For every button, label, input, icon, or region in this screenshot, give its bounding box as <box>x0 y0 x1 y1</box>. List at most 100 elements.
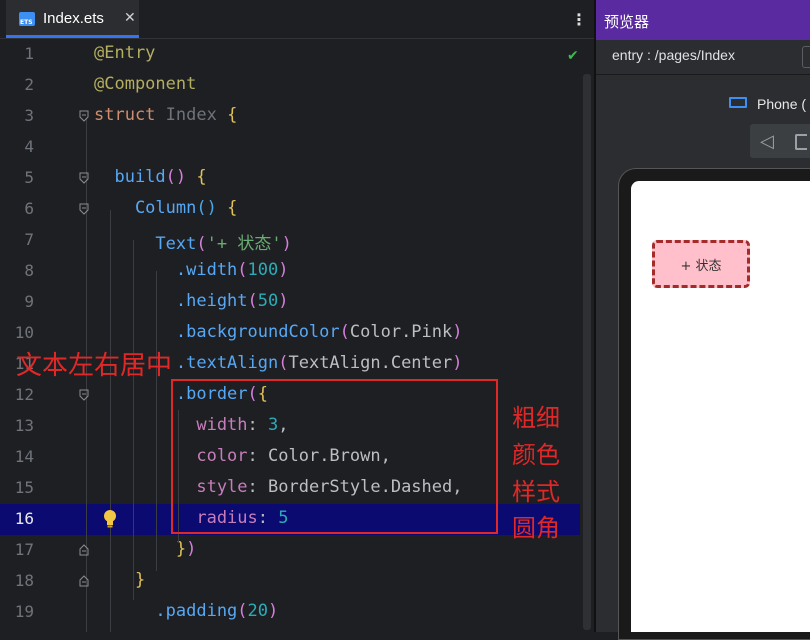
line-number: 15 <box>14 478 34 497</box>
code-text: Text('+ 状态') <box>94 229 292 254</box>
code-token: ) <box>452 353 463 373</box>
code-token: ) <box>186 539 197 559</box>
code-text: struct Index { <box>94 105 237 125</box>
editor-tab-bar: ETS Index.ets ✕ ⋮ <box>0 0 594 39</box>
code-line[interactable]: 1 @Entry <box>0 39 580 70</box>
code-token: ) <box>281 234 292 254</box>
code-token: { <box>196 167 207 187</box>
fold-marker-icon[interactable] <box>79 110 89 122</box>
code-text: .backgroundColor(Color.Pink) <box>94 322 463 342</box>
line-number: 10 <box>14 323 34 342</box>
lightbulb-icon[interactable] <box>103 510 117 528</box>
code-token: ( <box>278 353 289 373</box>
code-token: ( <box>247 291 258 311</box>
vertical-scrollbar[interactable] <box>583 74 591 630</box>
code-token: ( <box>196 234 207 254</box>
previewer-controls: ◁ <box>750 124 810 158</box>
code-token: () <box>165 167 197 187</box>
line-number: 19 <box>14 602 34 621</box>
line-number: 6 <box>24 199 34 218</box>
code-text: @Entry <box>94 43 155 63</box>
phone-icon <box>729 97 747 108</box>
code-token: 50 <box>257 291 279 311</box>
code-token: { <box>227 198 238 218</box>
line-number: 5 <box>24 168 34 187</box>
code-text: build() { <box>94 167 207 187</box>
code-token: } <box>94 570 146 590</box>
rendered-text-component[interactable]: + 状态 <box>652 240 750 288</box>
device-name: Phone ( <box>757 96 807 112</box>
code-line[interactable]: 2 @Component <box>0 70 580 101</box>
fold-marker-icon[interactable] <box>79 172 89 184</box>
code-line[interactable]: 7 Text('+ 状态') <box>0 225 580 256</box>
previewer-title: 预览器 <box>604 13 650 31</box>
route-dropdown[interactable] <box>802 46 810 68</box>
code-token: 100 <box>247 260 279 280</box>
fold-marker-icon[interactable] <box>79 575 89 587</box>
line-number: 18 <box>14 571 34 590</box>
code-token: '+ 状态' <box>206 234 282 254</box>
code-line[interactable]: 4 <box>0 132 580 163</box>
code-token: build <box>94 167 166 187</box>
rotate-icon[interactable] <box>795 134 807 150</box>
annotation-highlight-box <box>171 379 498 534</box>
code-token: struct <box>94 105 166 125</box>
code-token: @Entry <box>94 43 156 63</box>
fold-marker-icon[interactable] <box>79 203 89 215</box>
line-number: 4 <box>24 137 34 156</box>
previewer-route-bar[interactable]: entry : /pages/Index <box>596 40 810 75</box>
line-number: 12 <box>14 385 34 404</box>
code-text: .height(50) <box>94 291 289 311</box>
line-number: 8 <box>24 261 34 280</box>
more-options-icon[interactable]: ⋮ <box>571 10 587 30</box>
code-text: @Component <box>94 74 196 94</box>
line-number: 17 <box>14 540 34 559</box>
indent-guide <box>133 240 134 600</box>
code-editor[interactable]: 1 @Entry 2 @Component 3 struct Index {4 5 buil… <box>0 39 594 632</box>
code-token: ( <box>237 601 248 621</box>
code-token: ) <box>278 260 289 280</box>
code-token: @Component <box>94 74 197 94</box>
code-token: 20 <box>247 601 269 621</box>
code-token: { <box>227 105 238 125</box>
line-number: 1 <box>24 44 34 63</box>
ets-file-icon: ETS <box>19 12 35 26</box>
line-number: 9 <box>24 292 34 311</box>
line-number: 16 <box>14 509 34 528</box>
code-text: .padding(20) <box>94 601 278 621</box>
code-token: Index <box>165 105 228 125</box>
check-icon: ✔ <box>567 48 579 64</box>
code-line[interactable]: 9 .height(50) <box>0 287 580 318</box>
tab-label: Index.ets <box>43 10 104 27</box>
code-token: .width <box>94 260 238 280</box>
ets-file-icon-label: ETS <box>20 19 33 26</box>
code-token: ) <box>452 322 463 342</box>
code-token: ( <box>339 322 350 342</box>
annotation-radius: 圆角 <box>512 514 560 542</box>
code-line[interactable]: 8 .width(100) <box>0 256 580 287</box>
fold-marker-icon[interactable] <box>79 544 89 556</box>
code-token: TextAlign.Center <box>288 353 453 373</box>
code-token: () <box>196 198 228 218</box>
line-number: 2 <box>24 75 34 94</box>
line-number: 13 <box>14 416 34 435</box>
code-token: ) <box>278 291 289 311</box>
close-icon[interactable]: ✕ <box>124 10 136 26</box>
code-token: } <box>94 539 187 559</box>
code-token: .height <box>94 291 248 311</box>
code-text: } <box>94 570 145 590</box>
code-token: .padding <box>94 601 238 621</box>
annotation-width: 粗细 <box>512 404 560 432</box>
code-text: .width(100) <box>94 260 289 280</box>
code-token: ( <box>237 260 248 280</box>
back-icon[interactable]: ◁ <box>760 131 774 152</box>
fold-marker-icon[interactable] <box>79 389 89 401</box>
line-number: 7 <box>24 230 34 249</box>
previewer-header: 预览器 <box>596 0 810 40</box>
code-line[interactable]: 19 .padding(20) <box>0 597 580 628</box>
annotation-text-align: 文本左右居中 <box>16 351 173 381</box>
line-number: 14 <box>14 447 34 466</box>
annotation-color: 颜色 <box>512 441 560 469</box>
annotation-style: 样式 <box>512 478 560 506</box>
tab-index-ets[interactable]: ETS Index.ets ✕ <box>6 0 139 38</box>
